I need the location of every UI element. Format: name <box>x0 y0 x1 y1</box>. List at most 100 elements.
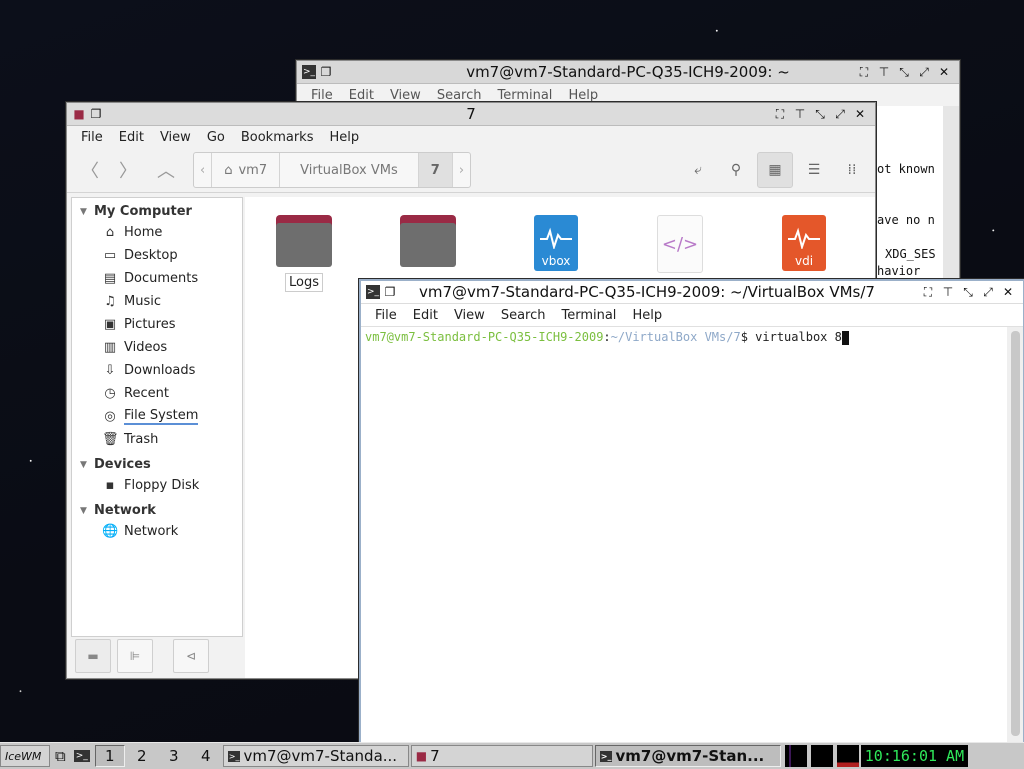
menu-help[interactable]: Help <box>560 88 606 103</box>
sidebar-section-my-computer[interactable]: ▼ My Computer <box>72 198 242 221</box>
fullscreen-icon[interactable]: ⛶ <box>857 65 871 79</box>
menu-search[interactable]: Search <box>493 308 554 323</box>
breadcrumb-home[interactable]: ⌂ vm7 <box>212 153 281 187</box>
menu-view[interactable]: View <box>152 130 199 145</box>
front-terminal-titlebar[interactable]: >_ ❐ vm7@vm7-Standard-PC-Q35-ICH9-2009: … <box>361 281 1023 304</box>
hide-sidebar-button[interactable]: ⊲ <box>173 639 209 673</box>
menu-edit[interactable]: Edit <box>405 308 446 323</box>
menu-edit[interactable]: Edit <box>111 130 152 145</box>
file-item-xml[interactable]: </> <box>645 215 715 273</box>
menu-bookmarks[interactable]: Bookmarks <box>233 130 322 145</box>
sidebar-item-file-system[interactable]: ◎ File System <box>72 405 242 428</box>
minimize-icon[interactable]: ⤡ <box>813 107 827 121</box>
workspace-2[interactable]: 2 <box>127 745 157 767</box>
show-places-button[interactable]: ▬ <box>75 639 111 673</box>
list-view-button[interactable]: ☰ <box>797 153 831 187</box>
terminal-app-icon[interactable]: >_ <box>366 285 380 299</box>
rollup-icon[interactable]: ⊤ <box>877 65 891 79</box>
terminal-input-area[interactable]: vm7@vm7-Standard-PC-Q35-ICH9-2009:~/Virt… <box>361 327 1007 742</box>
location-toggle-icon[interactable]: ⤶ <box>681 153 715 187</box>
menu-go[interactable]: Go <box>199 130 233 145</box>
close-icon[interactable]: ✕ <box>853 107 867 121</box>
sidebar-section-devices[interactable]: ▼ Devices <box>72 451 242 474</box>
sidebar-item-trash[interactable]: 🗑 Trash <box>72 428 242 451</box>
file-item-vdi[interactable]: vdi <box>769 215 839 271</box>
folder-app-icon[interactable]: ■ <box>72 107 86 121</box>
menu-terminal[interactable]: Terminal <box>489 88 560 103</box>
menu-help[interactable]: Help <box>624 308 670 323</box>
restore-icon[interactable]: ❐ <box>319 65 333 79</box>
maximize-icon[interactable]: ⤢ <box>833 107 847 121</box>
sidebar-item-downloads[interactable]: ⇩ Downloads <box>72 359 242 382</box>
sidebar-item-floppy-disk[interactable]: ▪ Floppy Disk <box>72 474 242 497</box>
menu-file[interactable]: File <box>303 88 341 103</box>
workspace-4[interactable]: 4 <box>191 745 221 767</box>
task-front-terminal[interactable]: >_ vm7@vm7-Stan... <box>594 745 781 767</box>
clock[interactable]: 10:16:01 AM <box>860 745 969 767</box>
sidebar-item-recent[interactable]: ◷ Recent <box>72 382 242 405</box>
sidebar-item-network[interactable]: 🌐 Network <box>72 520 242 543</box>
sidebar-item-desktop[interactable]: ▭ Desktop <box>72 244 242 267</box>
network-monitor[interactable] <box>810 745 833 767</box>
menu-file[interactable]: File <box>73 130 111 145</box>
task-back-terminal[interactable]: >_ vm7@vm7-Standa... <box>222 745 409 767</box>
menu-view[interactable]: View <box>446 308 493 323</box>
close-icon[interactable]: ✕ <box>1001 285 1015 299</box>
minimize-icon[interactable]: ⤡ <box>961 285 975 299</box>
maximize-icon[interactable]: ⤢ <box>981 285 995 299</box>
front-terminal-scrollbar[interactable] <box>1007 327 1023 742</box>
sidebar-item-label: Downloads <box>124 363 196 378</box>
memory-monitor[interactable] <box>836 745 859 767</box>
sidebar-item-home[interactable]: ⌂ Home <box>72 221 242 244</box>
sidebar-item-pictures[interactable]: ▣ Pictures <box>72 313 242 336</box>
cpu-monitor[interactable] <box>784 745 807 767</box>
menu-view[interactable]: View <box>382 88 429 103</box>
forward-button[interactable]: 〉 <box>111 153 145 187</box>
maximize-icon[interactable]: ⤢ <box>917 65 931 79</box>
breadcrumb-right-arrow[interactable]: › <box>453 153 470 187</box>
close-icon[interactable]: ✕ <box>937 65 951 79</box>
back-terminal-scrollbar[interactable] <box>943 106 959 301</box>
rollup-icon[interactable]: ⊤ <box>941 285 955 299</box>
workspace-3[interactable]: 3 <box>159 745 189 767</box>
breadcrumb-virtualbox-vms[interactable]: VirtualBox VMs <box>280 153 419 187</box>
file-manager-titlebar[interactable]: ■ ❐ 7 ⛶ ⊤ ⤡ ⤢ ✕ <box>67 103 875 126</box>
sidebar-item-music[interactable]: ♫ Music <box>72 290 242 313</box>
show-tree-button[interactable]: ⊫ <box>117 639 153 673</box>
restore-icon[interactable]: ❐ <box>89 107 103 121</box>
file-item-vbox[interactable]: vbox <box>521 215 591 271</box>
sidebar-section-network[interactable]: ▼ Network <box>72 497 242 520</box>
front-terminal-window[interactable]: >_ ❐ vm7@vm7-Standard-PC-Q35-ICH9-2009: … <box>359 279 1024 744</box>
menu-help[interactable]: Help <box>321 130 367 145</box>
start-menu-button[interactable]: IceWM <box>0 745 50 767</box>
back-button[interactable]: 〈 <box>73 153 107 187</box>
fullscreen-icon[interactable]: ⛶ <box>921 285 935 299</box>
menu-terminal[interactable]: Terminal <box>553 308 624 323</box>
workspace-1[interactable]: 1 <box>94 745 125 767</box>
xml-file-icon: </> <box>657 215 703 273</box>
terminal-app-icon[interactable]: >_ <box>302 65 316 79</box>
menu-search[interactable]: Search <box>429 88 490 103</box>
file-item-folder[interactable] <box>393 215 463 267</box>
search-icon[interactable]: ⚲ <box>719 153 753 187</box>
breadcrumb-current[interactable]: 7 <box>418 153 453 187</box>
menu-file[interactable]: File <box>367 308 405 323</box>
up-button[interactable]: ︿ <box>149 153 183 187</box>
rollup-icon[interactable]: ⊤ <box>793 107 807 121</box>
icon-view-button[interactable]: ▦ <box>757 152 793 188</box>
file-item-logs[interactable]: Logs <box>269 215 339 292</box>
menu-edit[interactable]: Edit <box>341 88 382 103</box>
sidebar-item-documents[interactable]: ▤ Documents <box>72 267 242 290</box>
breadcrumb-left-arrow[interactable]: ‹ <box>194 153 213 187</box>
back-terminal-titlebar[interactable]: >_ ❐ vm7@vm7-Standard-PC-Q35-ICH9-2009: … <box>297 61 959 84</box>
compact-view-button[interactable]: ⁞⁞ <box>835 153 869 187</box>
terminal-launcher-icon[interactable]: >_ <box>71 745 93 767</box>
text-cursor <box>841 330 849 345</box>
sidebar-item-videos[interactable]: ▥ Videos <box>72 336 242 359</box>
restore-icon[interactable]: ❐ <box>383 285 397 299</box>
fullscreen-icon[interactable]: ⛶ <box>773 107 787 121</box>
minimize-icon[interactable]: ⤡ <box>897 65 911 79</box>
scrollbar-thumb[interactable] <box>1011 331 1020 736</box>
window-list-icon[interactable]: ⧉ <box>52 745 69 767</box>
task-file-manager[interactable]: ■ 7 <box>410 745 593 767</box>
